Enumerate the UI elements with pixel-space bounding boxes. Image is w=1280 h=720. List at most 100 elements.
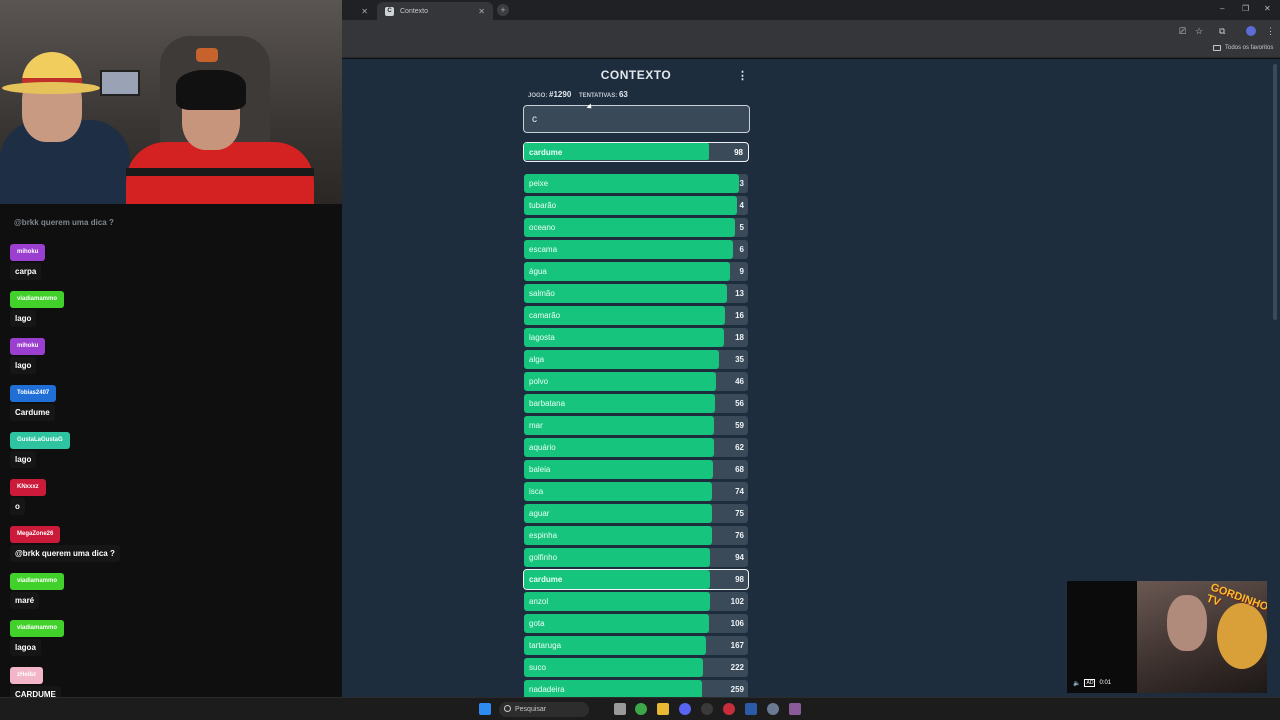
all-bookmarks-button[interactable]: Todos os favoritos [1213,45,1273,51]
steam-icon[interactable] [745,703,757,715]
chat-text: maré [10,592,40,609]
task-view-icon[interactable] [614,703,626,715]
guess-rank: 18 [735,333,744,342]
guess-row: isca 74 [524,482,748,501]
guess-row: anzol 102 [524,592,748,611]
profile-avatar[interactable] [1246,26,1256,36]
current-guess-row: cardume 98 [523,142,749,162]
chat-text: lago [10,310,37,327]
guess-word: tubarão [529,201,557,210]
guess-rank: 9 [739,267,744,276]
new-tab-button[interactable]: + [497,4,509,16]
chat-username: MegaZone26 [10,526,61,543]
straw-hat-brim [2,82,100,94]
guess-row: polvo 46 [524,372,748,391]
bookmark-star-icon[interactable]: ☆ [1195,26,1203,37]
chat-username: viadiamammo [10,620,65,637]
guess-bar [524,372,717,391]
guess-input[interactable] [523,105,750,133]
chat-text: lagoa [10,639,41,656]
guess-rank: 59 [735,421,744,430]
guess-word: espinha [529,531,558,540]
obs-icon[interactable] [701,703,713,715]
guess-row: baleia 68 [524,460,748,479]
guess-bar [524,174,739,193]
guess-bar [524,504,713,523]
guess-word: água [529,267,547,276]
extensions-icon[interactable]: ⧉ [1219,26,1225,37]
guess-word: camarão [529,311,561,320]
webcam-monitor [100,70,140,96]
tab-close-icon[interactable]: ✕ [478,7,485,16]
chair-logo-icon [196,48,218,62]
guess-rank: 16 [735,311,744,320]
volume-icon[interactable]: 🔈 [1073,680,1080,687]
install-app-icon[interactable]: ⎚ [1179,26,1186,37]
tries-count: 63 [618,90,628,99]
guess-row: aquário 62 [524,438,748,457]
taskbar-search[interactable]: Pesquisar [499,702,589,717]
guess-word: aguar [529,509,550,518]
guess-rank: 94 [735,553,744,562]
guess-bar [524,218,735,237]
guess-rank: 35 [735,355,744,364]
app-purple-icon[interactable] [789,703,801,715]
guess-word: salmão [529,289,555,298]
chat-text: @brkk querem uma dica ? [10,545,120,562]
pip-ad-badge: AD [1084,679,1096,687]
chat-username: mihoku [10,244,46,261]
guess-bar [524,482,713,501]
chat-username: viadiamammo [10,573,65,590]
guess-rank: 4 [739,201,744,210]
taskbar-search-label: Pesquisar [515,706,547,713]
all-bookmarks-label: Todos os favoritos [1225,45,1274,51]
guess-word: oceano [529,223,556,232]
guess-rank: 75 [735,509,744,518]
game-title: CONTEXTO [600,68,672,82]
pip-video-player[interactable]: GORDINHO TV 🔈 AD 0:01 [1067,581,1267,693]
guess-word: isca [529,487,544,496]
guess-row: lagosta 18 [524,328,748,347]
streamer-webcam [0,0,342,204]
game-number-label: JOGO: [528,93,548,99]
chat-text: lago [10,451,37,468]
guess-word: peixe [529,179,549,188]
guess-word: alga [529,355,545,364]
tab-close-icon[interactable]: ✕ [361,7,368,16]
file-explorer-icon[interactable] [657,703,669,715]
app-red-icon[interactable] [723,703,735,715]
guess-rank: 106 [730,619,744,628]
game-menu-icon[interactable]: ⋮ [737,69,748,82]
discord-icon[interactable] [679,703,691,715]
guess-row: camarão 16 [524,306,748,325]
guess-word: escama [529,245,558,254]
chrome-icon[interactable] [635,703,647,715]
settings-icon[interactable] [767,703,779,715]
guess-bar [524,416,715,435]
guess-row: gota 106 [524,614,748,633]
guess-rank: 102 [730,597,744,606]
windows-start-icon[interactable] [479,703,491,715]
window-close-icon[interactable]: ✕ [1264,4,1271,13]
guess-word: golfinho [529,553,558,562]
browser-tab-contexto[interactable]: C Contexto ✕ [377,2,493,20]
browser-menu-icon[interactable]: ⋮ [1266,26,1275,37]
chat-username: Tobias2407 [10,385,57,402]
guess-rank: 56 [735,399,744,408]
page-scrollbar[interactable] [1273,64,1277,320]
guess-row: tartaruga 167 [524,636,748,655]
guess-bar [524,460,714,479]
chat-username: mihoku [10,338,46,355]
tries-label: TENTATIVAS: [578,93,618,99]
guess-row: mar 59 [524,416,748,435]
chat-text: o [10,498,25,515]
guess-rank: 259 [730,685,744,694]
current-guess-rank: 98 [734,148,743,157]
current-guess-word: cardume [529,148,563,157]
guess-word: anzol [529,597,549,606]
jersey-stripe [126,168,314,176]
minimize-icon[interactable]: – [1220,4,1224,13]
guess-rank: 167 [730,641,744,650]
browser-tab-previous[interactable]: ✕ [342,2,376,20]
maximize-icon[interactable]: ❐ [1242,4,1249,13]
